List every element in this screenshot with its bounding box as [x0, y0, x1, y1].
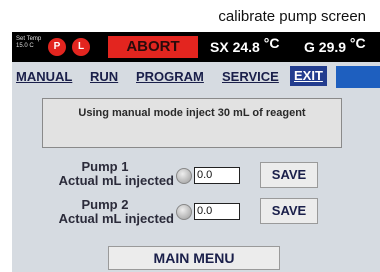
menu-program[interactable]: PROGRAM: [136, 69, 204, 84]
pump-1-label: Pump 1 Actual mL injected: [12, 160, 174, 188]
main-menu-button[interactable]: MAIN MENU: [108, 246, 280, 270]
g-temperature: G 29.9 °C: [304, 35, 366, 56]
pump-1-title: Pump 1: [81, 159, 129, 174]
g-reading: G 29.9: [304, 39, 347, 55]
pump-2-save-button[interactable]: SAVE: [260, 198, 318, 224]
pump-1-ml-input[interactable]: 0.0: [194, 167, 240, 184]
pump-2-ml-input[interactable]: 0.0: [194, 203, 240, 220]
set-temp-readout: Set Temp 15.0 C: [16, 36, 41, 50]
pump-2-caption: Actual mL injected: [58, 211, 174, 226]
l-button[interactable]: L: [72, 38, 90, 56]
p-button[interactable]: P: [48, 38, 66, 56]
g-unit: °C: [349, 35, 366, 51]
menu-bar: MANUAL RUN PROGRAM SERVICE EXIT: [12, 64, 380, 90]
abort-button[interactable]: ABORT: [108, 36, 198, 58]
pump-1-save-button[interactable]: SAVE: [260, 162, 318, 188]
status-bar: Set Temp 15.0 C P L ABORT SX 24.8 °C G 2…: [12, 32, 380, 62]
set-temp-value: 15.0: [16, 43, 28, 49]
menu-service[interactable]: SERVICE: [222, 69, 279, 84]
sx-unit: °C: [263, 35, 280, 51]
pump-2-label: Pump 2 Actual mL injected: [12, 198, 174, 226]
set-temp-unit: C: [29, 43, 34, 49]
menu-manual[interactable]: MANUAL: [16, 69, 72, 84]
pump-2-title: Pump 2: [81, 197, 129, 212]
set-temp-label: Set Temp: [16, 36, 42, 42]
pump-1-spin-icon[interactable]: [176, 168, 192, 184]
instruction-message: Using manual mode inject 30 mL of reagen…: [42, 98, 342, 148]
pump-1-caption: Actual mL injected: [58, 173, 174, 188]
menu-bar-fill: [336, 66, 380, 88]
menu-exit[interactable]: EXIT: [290, 66, 327, 86]
pump-2-spin-icon[interactable]: [176, 204, 192, 220]
device-screen: Set Temp 15.0 C P L ABORT SX 24.8 °C G 2…: [12, 32, 380, 272]
sx-reading: SX 24.8: [210, 39, 260, 55]
sx-temperature: SX 24.8 °C: [210, 35, 280, 56]
screen-caption: calibrate pump screen: [218, 8, 366, 25]
menu-run[interactable]: RUN: [90, 69, 118, 84]
